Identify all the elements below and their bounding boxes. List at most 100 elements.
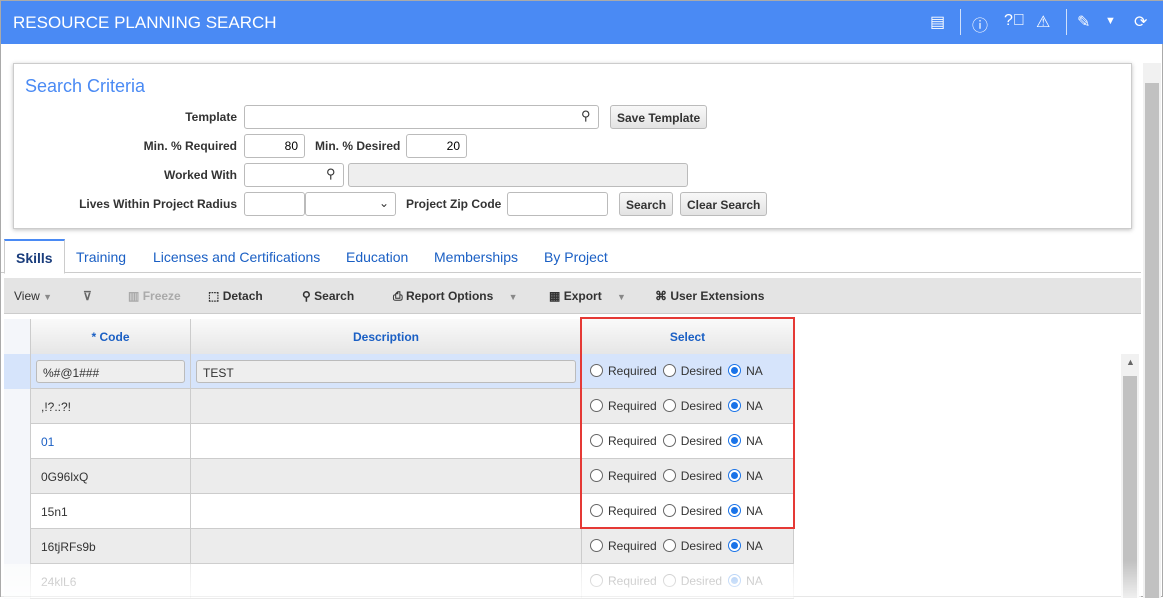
- hierarchy-icon: ⌘: [655, 289, 667, 303]
- freeze-label: Freeze: [142, 289, 181, 303]
- radius-input[interactable]: [244, 192, 305, 216]
- user-extensions-label: User Extensions: [670, 289, 765, 303]
- detach-label: Detach: [222, 289, 263, 303]
- search-icon[interactable]: ⚲: [581, 108, 591, 124]
- radio-button[interactable]: [662, 539, 676, 552]
- description-cell: [191, 459, 582, 494]
- radio-button[interactable]: [590, 539, 603, 552]
- worked-with-label: Worked With: [163, 168, 237, 182]
- scroll-up-icon[interactable]: ▲: [1126, 357, 1135, 367]
- search-label: Search: [314, 289, 355, 303]
- min-desired-input[interactable]: [406, 134, 467, 158]
- divider: [1066, 9, 1067, 35]
- chevron-down-icon: ⌄: [378, 196, 389, 210]
- dropdown-icon: ▼: [43, 292, 53, 302]
- min-required-input[interactable]: [244, 134, 305, 158]
- select-cell: Required Desired NA: [582, 529, 794, 564]
- user-extensions-button[interactable]: ⌘ User Extensions: [655, 289, 764, 303]
- description-cell: [191, 424, 582, 459]
- help-icon[interactable]: ?⃝: [1004, 12, 1025, 30]
- export-button[interactable]: ▦ Export ▼: [549, 289, 626, 303]
- description-cell: [191, 389, 582, 424]
- detach-icon: ⬚: [208, 289, 220, 303]
- table-row[interactable]: 16tjRFs9b Required Desired NA: [4, 529, 794, 564]
- row-number[interactable]: [4, 389, 31, 424]
- search-icon[interactable]: ⚲: [326, 166, 336, 182]
- description-input[interactable]: TEST: [196, 360, 576, 383]
- page-title: RESOURCE PLANNING SEARCH: [13, 13, 277, 32]
- code-cell[interactable]: 01: [31, 424, 191, 459]
- row-number[interactable]: [4, 494, 31, 529]
- divider: [960, 9, 961, 35]
- code-cell[interactable]: 15n1: [31, 494, 191, 529]
- min-required-label: Min. % Required: [143, 139, 237, 153]
- row-number[interactable]: [4, 354, 31, 389]
- export-label: Export: [563, 289, 602, 303]
- code-cell[interactable]: 16tjRFs9b: [31, 529, 191, 564]
- title-bar: RESOURCE PLANNING SEARCH ▤ ⓘ ?⃝ ⚠ ✎ ▼ ⟳: [1, 1, 1163, 44]
- dropdown-icon: ▼: [617, 292, 626, 302]
- tab-skills[interactable]: Skills: [4, 239, 65, 274]
- row-number[interactable]: [4, 529, 31, 564]
- save-template-button[interactable]: Save Template: [610, 105, 708, 129]
- view-menu[interactable]: View ▼: [14, 289, 52, 303]
- code-cell[interactable]: 0G96lxQ: [31, 459, 191, 494]
- refresh-icon[interactable]: ⟳: [1134, 12, 1147, 32]
- worked-with-description: [348, 163, 688, 187]
- description-cell: [191, 529, 582, 564]
- row-number[interactable]: [4, 459, 31, 494]
- filter-icon[interactable]: ⊽: [83, 289, 92, 303]
- min-desired-label: Min. % Desired: [315, 139, 401, 153]
- tab-memberships[interactable]: Memberships: [434, 249, 518, 265]
- spreadsheet-icon: ▦: [549, 289, 561, 303]
- tab-licenses[interactable]: Licenses and Certifications: [153, 249, 320, 265]
- clear-search-button[interactable]: Clear Search: [680, 192, 768, 216]
- code-cell[interactable]: ,!?.:?!: [31, 389, 191, 424]
- grid-search-button[interactable]: ⚲ Search: [302, 289, 354, 303]
- radio-required[interactable]: Required: [590, 539, 663, 553]
- search-button[interactable]: Search: [619, 192, 674, 216]
- code-header[interactable]: * Code: [31, 319, 191, 354]
- radius-label: Lives Within Project Radius: [79, 197, 237, 211]
- dropdown-icon[interactable]: ▼: [1105, 15, 1116, 27]
- description-header[interactable]: Description: [191, 319, 582, 354]
- code-input[interactable]: %#@1###: [36, 360, 185, 383]
- radio-label: NA: [746, 539, 763, 553]
- radio-na[interactable]: NA: [728, 539, 769, 553]
- tab-by-project[interactable]: By Project: [544, 249, 608, 265]
- tab-training[interactable]: Training: [76, 249, 126, 265]
- warning-icon[interactable]: ⚠: [1036, 12, 1050, 32]
- report-label: Report Options: [405, 289, 494, 303]
- radio-desired[interactable]: Desired: [662, 539, 728, 553]
- tab-education[interactable]: Education: [346, 249, 408, 265]
- description-cell: TEST: [191, 354, 582, 389]
- page-scroll-thumb[interactable]: [1145, 83, 1159, 598]
- info-icon[interactable]: ⓘ: [972, 12, 988, 36]
- report-options-button[interactable]: ⎙ Report Options ▼: [393, 289, 518, 304]
- page-scrollbar[interactable]: [1143, 63, 1161, 598]
- row-number[interactable]: [4, 424, 31, 459]
- radius-unit-select[interactable]: ⌄: [305, 192, 396, 216]
- template-label: Template: [185, 110, 237, 124]
- radio-label: Required: [608, 539, 657, 553]
- windows-icon[interactable]: ▤: [930, 12, 945, 32]
- dropdown-icon: ▼: [508, 292, 518, 302]
- highlight-box: [580, 317, 795, 529]
- code-cell: %#@1###: [31, 354, 191, 389]
- edit-note-icon[interactable]: ✎: [1077, 12, 1090, 32]
- row-number-header: [4, 319, 31, 354]
- freeze-icon: ▥: [128, 289, 140, 303]
- panel-title: Search Criteria: [25, 76, 146, 96]
- template-input[interactable]: [244, 105, 599, 129]
- printer-icon: ⎙: [393, 289, 403, 303]
- tab-bar: Skills Training Licenses and Certificati…: [1, 239, 1141, 274]
- zip-input[interactable]: [507, 192, 608, 216]
- zip-label: Project Zip Code: [406, 197, 502, 211]
- grid-toolbar: View ▼ ⊽ ▥ Freeze ⬚ Detach ⚲ Search ⎙ Re…: [4, 278, 1141, 314]
- view-label: View: [14, 289, 40, 303]
- detach-button[interactable]: ⬚ Detach: [208, 289, 263, 303]
- search-icon: ⚲: [302, 289, 311, 303]
- radio-button[interactable]: [728, 539, 742, 552]
- freeze-button[interactable]: ▥ Freeze: [128, 289, 181, 303]
- description-cell: [191, 494, 582, 529]
